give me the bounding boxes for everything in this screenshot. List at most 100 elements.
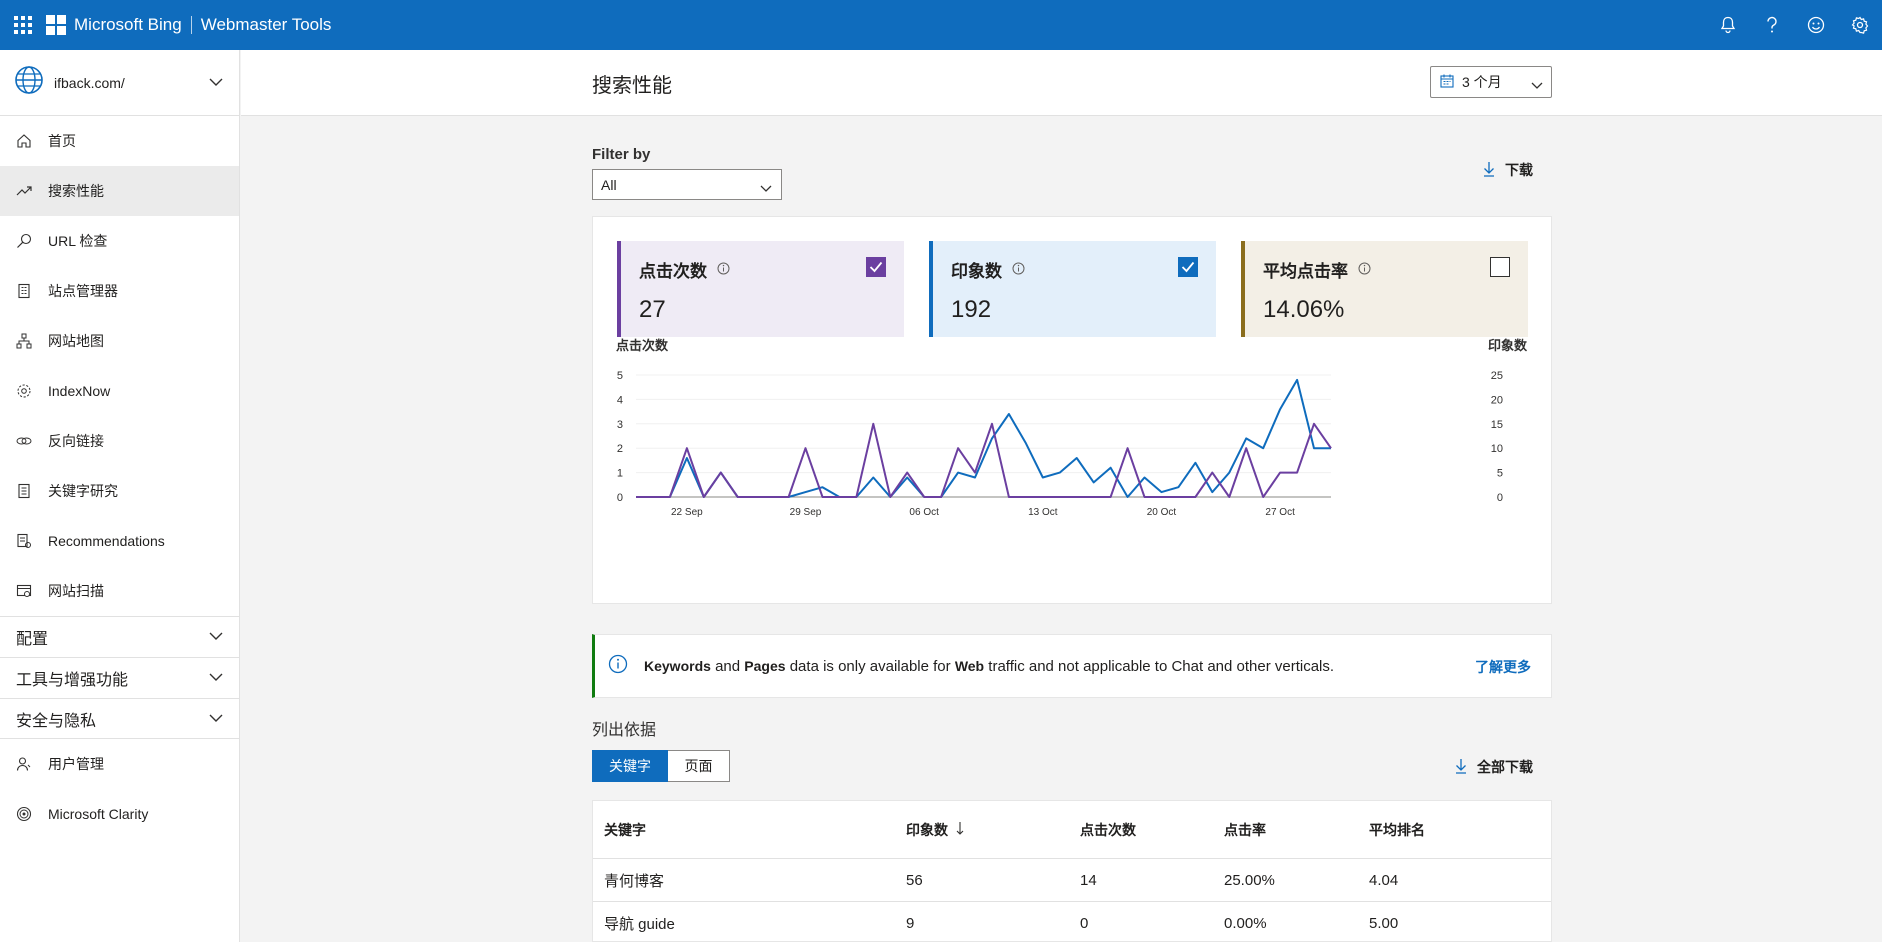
filter-label: Filter by [592,146,651,163]
group-security[interactable]: 安全与隐私 [0,698,239,739]
top-bar: Microsoft Bing Webmaster Tools [0,0,1882,50]
y-tick-label-right: 15 [1491,419,1503,431]
sort-down-icon [956,821,964,838]
chevron-down-icon [209,669,223,687]
table-cell: 56 [906,871,923,889]
column-header[interactable]: 点击次数 [1080,820,1224,840]
group-tools[interactable]: 工具与增强功能 [0,657,239,698]
sidebar-item-user-management[interactable]: 用户管理 [0,739,239,789]
table-row[interactable]: 导航 guide 9 0 0.00% 5.00 [593,902,1551,942]
chevron-down-icon [1531,77,1543,93]
table-cell: 导航 guide [604,915,675,933]
tab-keywords[interactable]: 关键字 [592,750,668,782]
group-label: 配置 [16,631,49,648]
site-selector[interactable]: ifback.com/ [0,50,239,116]
table-cell: 5.00 [1369,914,1399,932]
link-icon [16,433,32,449]
keywords-table: 关键字 印象数 点击次数 点击率 平均排名 青何博客 56 14 25.00% … [592,800,1552,942]
table-row[interactable]: 青何博客 56 14 25.00% 4.04 [593,859,1551,902]
sidebar-item-sitemaps[interactable]: 网站地图 [0,316,239,366]
table-cell: 9 [906,914,915,932]
column-header-impressions[interactable]: 印象数 [906,820,1080,840]
sidebar-item-backlinks[interactable]: 反向链接 [0,416,239,466]
filter-value: All [601,176,617,193]
brand[interactable]: Microsoft Bing Webmaster Tools [74,15,331,35]
sidebar-item-label: 站点管理器 [48,283,118,299]
sidebar-item-indexnow[interactable]: IndexNow [0,366,239,416]
sidebar-item-label: 网站地图 [48,333,104,349]
y-tick-label-right: 10 [1491,443,1503,455]
column-header[interactable]: 关键字 [593,820,906,840]
chevron-down-icon [209,74,223,92]
x-tick-label: 22 Sep [671,507,703,518]
sidebar-item-clarity[interactable]: Microsoft Clarity [0,789,239,839]
filter-dropdown[interactable]: All [592,169,782,200]
table-cell: 青何博客 [604,872,665,890]
sidebar-item-search-performance[interactable]: 搜索性能 [0,166,239,216]
download-button[interactable]: 下载 [1483,160,1533,180]
bell-icon[interactable] [1706,0,1750,50]
product-name: Webmaster Tools [200,15,332,34]
search-icon [16,233,32,249]
sidebar-item-recommendations[interactable]: Recommendations [0,516,239,566]
calendar-icon [1440,74,1454,91]
trend-icon [16,183,32,199]
date-range-dropdown[interactable]: 3 个月 [1430,66,1552,98]
x-tick-label: 27 Oct [1265,507,1295,518]
y-tick-label-right: 0 [1497,492,1503,504]
recommend-icon [16,533,32,549]
sidebar-item-label: 用户管理 [48,756,104,772]
sidebar-item-label: Microsoft Clarity [48,806,149,822]
globe-icon [14,65,44,100]
settings-icon[interactable] [1838,0,1882,50]
app-launcher-icon[interactable] [0,0,46,50]
column-header[interactable]: 平均排名 [1369,820,1519,840]
building-icon [16,283,32,299]
smiley-icon[interactable] [1794,0,1838,50]
document-icon [16,483,32,499]
x-tick-label: 13 Oct [1028,507,1058,518]
download-label: 下载 [1505,162,1533,178]
group-label: 安全与隐私 [16,712,97,730]
sidebar-item-keyword-research[interactable]: 关键字研究 [0,466,239,516]
performance-card: 点击次数 27 印象数 192 平均点击率 14.06% 点击次数 印象数 0 0 1 5… [592,216,1552,604]
brand-name: Microsoft Bing [74,15,182,34]
user-icon [16,756,32,772]
y-axis-title-left: 点击次数 [616,338,669,353]
x-tick-label: 06 Oct [909,507,939,518]
y-tick-label-right: 20 [1491,394,1503,406]
sidebar-item-site-explorer[interactable]: 站点管理器 [0,266,239,316]
banner-text: Keywords and Pages data is only availabl… [644,657,1335,675]
page-header: 搜索性能 3 个月 [241,50,1882,116]
table-cell: 0.00% [1224,914,1267,932]
y-tick-label-left: 0 [617,492,623,504]
learn-more-link[interactable]: 了解更多 [1475,657,1531,677]
sidebar-item-home[interactable]: 首页 [0,116,239,166]
clarity-icon [16,806,32,822]
y-tick-label-left: 1 [617,468,623,480]
performance-chart: 点击次数 印象数0 01 52 103 154 205 2522 Sep 29 Sep 06 Oc… [616,338,1528,518]
sidebar-item-label: 反向链接 [48,433,104,449]
column-header[interactable]: 点击率 [1224,820,1369,840]
y-tick-label-left: 3 [617,419,623,431]
table-header: 关键字 印象数 点击次数 点击率 平均排名 [593,801,1551,859]
gear-icon [16,383,32,399]
tab-pages[interactable]: 页面 [668,750,730,782]
help-icon[interactable] [1750,0,1794,50]
chevron-down-icon [760,180,772,196]
list-by-label: 列出依据 [592,722,657,739]
y-tick-label-left: 2 [617,443,623,455]
sidebar-item-url-inspection[interactable]: URL 检查 [0,216,239,266]
download-all-button[interactable]: 全部下载 [1455,757,1533,777]
download-all-label: 全部下载 [1477,759,1533,775]
group-config[interactable]: 配置 [0,616,239,657]
y-tick-label-left: 5 [617,370,623,382]
sidebar-item-site-scan[interactable]: 网站扫描 [0,566,239,616]
page-title: 搜索性能 [592,75,672,97]
scan-icon [16,583,32,599]
sidebar-item-label: 搜索性能 [48,183,104,199]
sidebar-item-label: 关键字研究 [48,483,118,499]
chevron-down-icon [209,710,223,728]
info-banner: Keywords and Pages data is only availabl… [592,634,1552,698]
info-icon [608,654,628,678]
